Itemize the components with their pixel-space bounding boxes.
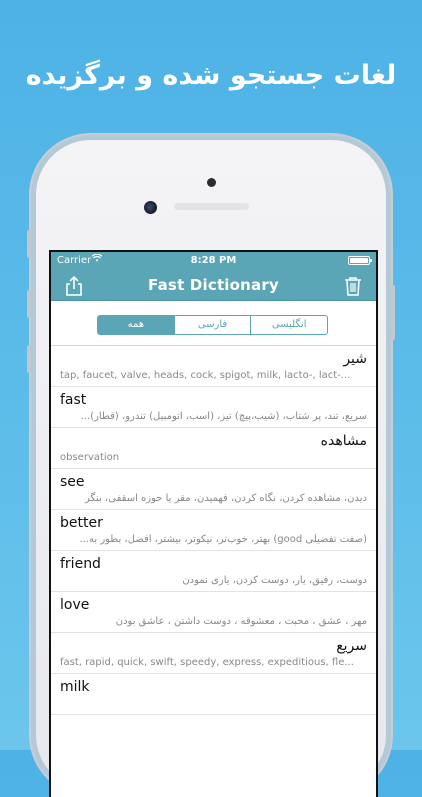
list-item[interactable]: friend دوست، رفیق، یار، دوست کردن، یاری … [51, 551, 376, 592]
language-segmented-control: همه فارسی انگلیسی [97, 315, 328, 335]
history-list: شیر tap, faucet, valve, heads, cock, spi… [51, 346, 376, 715]
app-header: Carrier 8:28 PM Fast Dictionary [51, 252, 376, 301]
list-item[interactable]: milk [51, 674, 376, 715]
entry-definition: سریع، تند، پر شتاب، (شیب،پیچ) تیز، (اسب،… [80, 411, 367, 422]
list-item[interactable]: see دیدن، مشاهده کردن، نگاه کردن، فهمیدن… [51, 469, 376, 510]
front-camera [144, 201, 157, 214]
entry-word: مشاهده [320, 433, 367, 449]
entry-word: see [60, 474, 85, 490]
trash-icon[interactable] [342, 275, 364, 297]
entry-word: شیر [343, 351, 367, 367]
segment-all[interactable]: همه [98, 316, 175, 334]
entry-word: fast [60, 392, 87, 408]
filter-bar: همه فارسی انگلیسی [51, 301, 376, 346]
list-item[interactable]: love مهر ، عشق ، محبت ، معشوقه ، دوست دا… [51, 592, 376, 633]
navigation-bar: Fast Dictionary [51, 269, 376, 301]
phone-frame: Carrier 8:28 PM Fast Dictionary همه فارس… [27, 135, 395, 797]
entry-word: friend [60, 556, 101, 572]
list-item[interactable]: fast سریع، تند، پر شتاب، (شیب،پیچ) تیز، … [51, 387, 376, 428]
segment-english[interactable]: انگلیسی [251, 316, 327, 334]
entry-definition: fast, rapid, quick, swift, speedy, expre… [60, 657, 354, 668]
entry-definition: مهر ، عشق ، محبت ، معشوقه ، دوست داشتن ،… [115, 616, 367, 627]
status-bar: Carrier 8:28 PM [51, 252, 376, 269]
list-item[interactable]: شیر tap, faucet, valve, heads, cock, spi… [51, 346, 376, 387]
entry-definition: observation [60, 452, 120, 463]
list-item[interactable]: سریع fast, rapid, quick, swift, speedy, … [51, 633, 376, 674]
entry-word: love [60, 597, 90, 613]
proximity-sensor [207, 178, 216, 187]
entry-definition: tap, faucet, valve, heads, cock, spigot,… [60, 370, 351, 381]
entry-definition: دیدن، مشاهده کردن، نگاه کردن، فهمیدن، مق… [85, 493, 367, 504]
earpiece-speaker [174, 203, 249, 210]
app-title: Fast Dictionary [148, 276, 279, 294]
entry-word: better [60, 515, 103, 531]
list-item[interactable]: مشاهده observation [51, 428, 376, 469]
segment-persian[interactable]: فارسی [175, 316, 252, 334]
entry-word: سریع [336, 638, 367, 654]
entry-definition: دوست، رفیق، یار، دوست کردن، یاری نمودن [182, 575, 367, 586]
phone-screen: Carrier 8:28 PM Fast Dictionary همه فارس… [49, 250, 378, 797]
promo-headline: لغات جستجو شده و برگزیده [25, 60, 397, 91]
status-time: 8:28 PM [190, 255, 237, 266]
battery-icon [348, 256, 372, 265]
entry-word: milk [60, 679, 90, 695]
list-item[interactable]: better (صفت تفضیلی good) بهتر، خوب‌تر، ن… [51, 510, 376, 551]
entry-definition: (صفت تفضیلی good) بهتر، خوب‌تر، نیکوتر، … [79, 534, 367, 545]
